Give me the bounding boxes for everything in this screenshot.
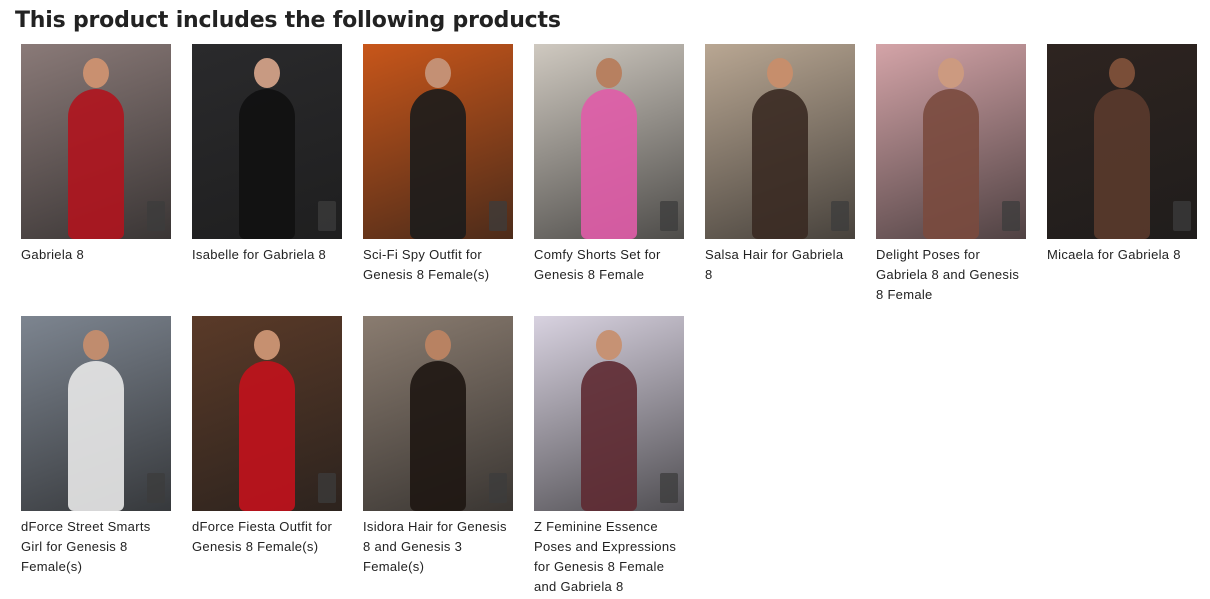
product-card-delight-poses[interactable]: Delight Poses for Gabriela 8 and Genesis…	[876, 44, 1026, 316]
product-title[interactable]: Micaela for Gabriela 8	[1047, 245, 1197, 265]
product-thumbnail[interactable]	[876, 44, 1026, 239]
product-title[interactable]: dForce Street Smarts Girl for Genesis 8 …	[21, 517, 171, 577]
product-card-micaela[interactable]: Micaela for Gabriela 8	[1047, 44, 1197, 316]
product-card-isidora-hair[interactable]: Isidora Hair for Genesis 8 and Genesis 3…	[363, 316, 513, 588]
product-card-comfy-shorts-set[interactable]: Comfy Shorts Set for Genesis 8 Female	[534, 44, 684, 316]
product-thumbnail[interactable]	[192, 44, 342, 239]
product-card-salsa-hair[interactable]: Salsa Hair for Gabriela 8	[705, 44, 855, 316]
product-card-fiesta-outfit[interactable]: dForce Fiesta Outfit for Genesis 8 Femal…	[192, 316, 342, 588]
product-title[interactable]: Comfy Shorts Set for Genesis 8 Female	[534, 245, 684, 285]
product-thumbnail[interactable]	[534, 316, 684, 511]
product-title[interactable]: dForce Fiesta Outfit for Genesis 8 Femal…	[192, 517, 342, 557]
product-thumbnail[interactable]	[363, 44, 513, 239]
product-title[interactable]: Isabelle for Gabriela 8	[192, 245, 342, 265]
product-title[interactable]: Gabriela 8	[21, 245, 171, 265]
section-heading: This product includes the following prod…	[15, 8, 561, 33]
product-thumbnail[interactable]	[363, 316, 513, 511]
product-title[interactable]: Delight Poses for Gabriela 8 and Genesis…	[876, 245, 1026, 305]
product-card-street-smarts-girl[interactable]: dForce Street Smarts Girl for Genesis 8 …	[21, 316, 171, 588]
product-title[interactable]: Z Feminine Essence Poses and Expressions…	[534, 517, 684, 597]
product-title[interactable]: Sci-Fi Spy Outfit for Genesis 8 Female(s…	[363, 245, 513, 285]
product-card-sci-fi-spy-outfit[interactable]: Sci-Fi Spy Outfit for Genesis 8 Female(s…	[363, 44, 513, 316]
product-thumbnail[interactable]	[534, 44, 684, 239]
product-title[interactable]: Isidora Hair for Genesis 8 and Genesis 3…	[363, 517, 513, 577]
product-thumbnail[interactable]	[1047, 44, 1197, 239]
product-card-gabriela-8[interactable]: Gabriela 8	[21, 44, 171, 316]
product-thumbnail[interactable]	[192, 316, 342, 511]
product-thumbnail[interactable]	[21, 316, 171, 511]
product-thumbnail[interactable]	[21, 44, 171, 239]
product-card-feminine-essence[interactable]: Z Feminine Essence Poses and Expressions…	[534, 316, 684, 594]
product-card-isabelle[interactable]: Isabelle for Gabriela 8	[192, 44, 342, 316]
product-grid: Gabriela 8 Isabelle for Gabriela 8 Sci-F…	[21, 44, 1201, 594]
product-thumbnail[interactable]	[705, 44, 855, 239]
product-title[interactable]: Salsa Hair for Gabriela 8	[705, 245, 855, 285]
